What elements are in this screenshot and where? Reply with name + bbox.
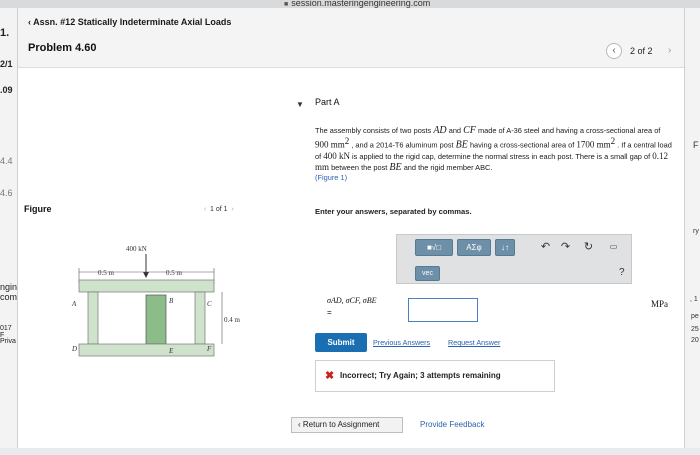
text-run: between the post <box>329 163 390 173</box>
point-label: C <box>207 300 212 308</box>
text-run: is applied to the rigid cap, determine t… <box>349 151 653 161</box>
answer-unit: MPa <box>651 299 669 309</box>
url-text: ■ session.masteringengineering.com <box>284 0 430 8</box>
request-answer-link[interactable]: Request Answer <box>448 338 500 347</box>
dim-label-left: 0.5 m <box>98 269 115 277</box>
vector-button[interactable]: vec <box>415 266 440 281</box>
return-to-assignment-button[interactable]: ‹ Return to Assignment <box>291 417 403 433</box>
point-label: E <box>168 347 174 355</box>
problem-title: Problem 4.60 <box>28 42 97 54</box>
left-strip-text: ngin <box>0 282 18 292</box>
left-background-window: 1. 2/1 .09 4.4 4.6 ngin com 017 F Priva <box>0 8 18 448</box>
load-label: 400 kN <box>126 245 147 253</box>
figure-pager: ‹ 1 of 1 › <box>200 206 238 213</box>
equals-sign: = <box>327 308 332 317</box>
redo-icon[interactable]: ↷ <box>557 239 574 256</box>
answer-instructions: Enter your answers, separated by commas. <box>315 207 472 216</box>
right-strip-text: 25 <box>691 326 699 333</box>
point-label: F <box>206 345 212 353</box>
provide-feedback-link[interactable]: Provide Feedback <box>420 420 484 429</box>
return-label: Return to Assignment <box>302 420 380 429</box>
figure-heading: Figure <box>24 204 52 214</box>
post-cf <box>194 291 206 345</box>
right-strip-text: pe <box>691 313 699 320</box>
left-strip-text: .09 <box>0 85 13 95</box>
error-x-icon: ✖ <box>325 370 335 382</box>
right-background-window: F ry , 1 pe 25 20 <box>684 8 700 448</box>
help-icon[interactable]: ? <box>619 267 625 278</box>
back-to-assignment-link[interactable]: ‹ Assn. #12 Statically Indeterminate Axi… <box>28 17 231 27</box>
chevron-left-icon: ‹ <box>612 45 616 56</box>
left-strip-text: 2/1 <box>0 59 13 69</box>
right-strip-text: , 1 <box>690 296 698 303</box>
submit-button[interactable]: Submit <box>315 333 367 352</box>
left-strip-text: 4.6 <box>0 188 13 198</box>
text-run: The assembly consists of two posts <box>315 126 434 135</box>
undo-icon[interactable]: ↶ <box>537 239 554 256</box>
math-run: BE <box>455 139 468 151</box>
post-ad <box>87 291 99 345</box>
greek-symbols-button[interactable]: ΑΣφ <box>457 239 491 256</box>
feedback-box: ✖ Incorrect; Try Again; 3 attempts remai… <box>315 360 555 392</box>
feedback-text: Incorrect; Try Again; 3 attempts remaini… <box>340 371 501 380</box>
left-strip-text: 1. <box>0 27 10 39</box>
point-label: D <box>71 345 77 353</box>
assignment-title: Assn. #12 Statically Indeterminate Axial… <box>33 17 232 27</box>
problem-header: ‹ Assn. #12 Statically Indeterminate Axi… <box>18 8 684 68</box>
answer-toolbar: ■√□ ΑΣφ ↓↑ ↶ ↷ ↻ ▭ vec ? <box>396 234 632 284</box>
math-run: 900 mm <box>315 139 345 150</box>
keyboard-icon[interactable]: ▭ <box>605 239 622 256</box>
previous-answers-link[interactable]: Previous Answers <box>373 338 430 347</box>
problem-pager: 2 of 2 <box>630 46 653 56</box>
dim-label-right: 0.5 m <box>166 269 183 277</box>
url-value: session.masteringengineering.com <box>291 0 431 8</box>
point-label: B <box>169 297 174 305</box>
answer-label: σAD, σCF, σBE <box>327 296 377 305</box>
text-run: and <box>446 126 464 135</box>
url-bar[interactable]: ■ session.masteringengineering.com <box>0 0 700 8</box>
left-strip-text: com <box>0 292 18 302</box>
base <box>78 343 215 357</box>
left-strip-text: 017 F <box>0 325 12 339</box>
right-strip-text: F <box>693 140 699 150</box>
figure-next-button[interactable]: › <box>228 206 238 213</box>
text-run: having a cross-sectional area of <box>467 140 577 150</box>
left-strip-text: 4.4 <box>0 156 13 166</box>
problem-statement: The assembly consists of two posts AD an… <box>315 125 675 183</box>
problem-page: ‹ Assn. #12 Statically Indeterminate Axi… <box>18 8 684 448</box>
chevron-right-icon: › <box>668 45 672 56</box>
next-problem-button[interactable]: › <box>668 45 671 56</box>
screen: ■ session.masteringengineering.com 1. 2/1… <box>0 0 700 455</box>
previous-problem-button[interactable]: ‹ <box>606 43 622 59</box>
figure-link[interactable]: (Figure 1) <box>315 173 347 182</box>
load-arrowhead <box>143 272 149 278</box>
figure-prev-button[interactable]: ‹ <box>200 206 210 213</box>
text-run: and the rigid member ABC. <box>401 163 493 173</box>
math-run: BE <box>389 162 402 174</box>
text-run: , and a 2014-T6 aluminum post <box>349 140 456 150</box>
lock-icon: ■ <box>284 1 289 8</box>
right-strip-text: ry <box>693 228 699 235</box>
height-label: 0.4 m <box>224 316 241 324</box>
text-run: made of A-36 steel and having a cross-se… <box>475 126 661 135</box>
math-run: 1700 mm <box>576 139 611 150</box>
math-run: CF <box>463 125 476 136</box>
caret-down-icon[interactable]: ▼ <box>296 100 304 109</box>
math-run: AD <box>433 125 447 136</box>
figure-pager-text: 1 of 1 <box>210 206 228 213</box>
reset-icon[interactable]: ↻ <box>580 239 597 256</box>
point-label: A <box>71 300 77 308</box>
assembly-figure: 400 kN 0.5 m 0.5 m A B C D E F 0.4 m <box>71 245 241 357</box>
answer-input[interactable] <box>408 298 478 322</box>
part-a-heading[interactable]: Part A <box>315 97 340 107</box>
rigid-cap <box>78 279 215 293</box>
right-strip-text: 20 <box>691 337 699 344</box>
templates-button[interactable]: ■√□ <box>415 239 453 256</box>
math-run: 400 kN <box>323 150 350 161</box>
post-be <box>145 294 167 345</box>
sort-button[interactable]: ↓↑ <box>495 239 515 256</box>
left-strip-text: Priva <box>0 338 16 345</box>
